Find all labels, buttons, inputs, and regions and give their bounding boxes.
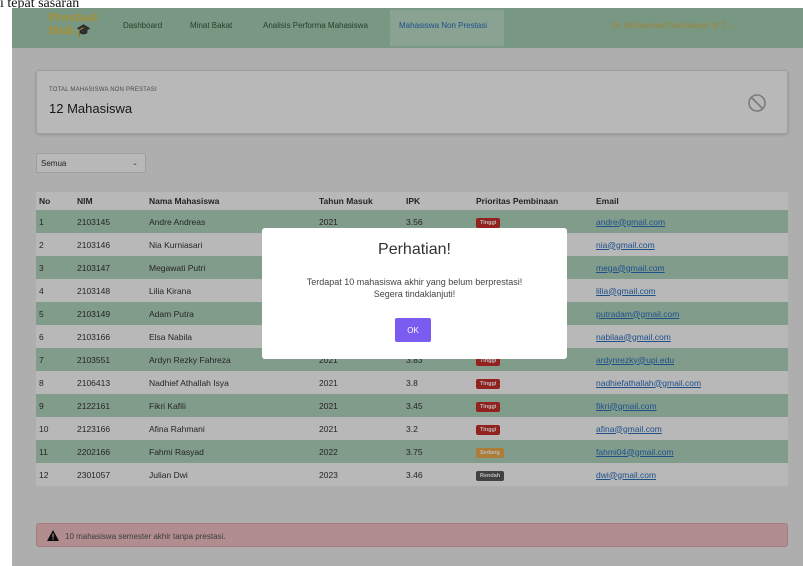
modal-message-line1: Terdapat 10 mahasiswa akhir yang belum b…: [306, 277, 523, 287]
ok-button[interactable]: OK: [395, 318, 431, 342]
app-window: Prestasi Hub 🎓 Dashboard Minat Bakat Anal…: [12, 8, 803, 566]
modal-message: Terdapat 10 mahasiswa akhir yang belum b…: [262, 276, 567, 300]
modal-title: Perhatian!: [378, 241, 451, 258]
attention-modal: Perhatian! Terdapat 10 mahasiswa akhir y…: [262, 228, 567, 359]
modal-message-line2: Segera tindaklanjuti!: [373, 289, 456, 299]
